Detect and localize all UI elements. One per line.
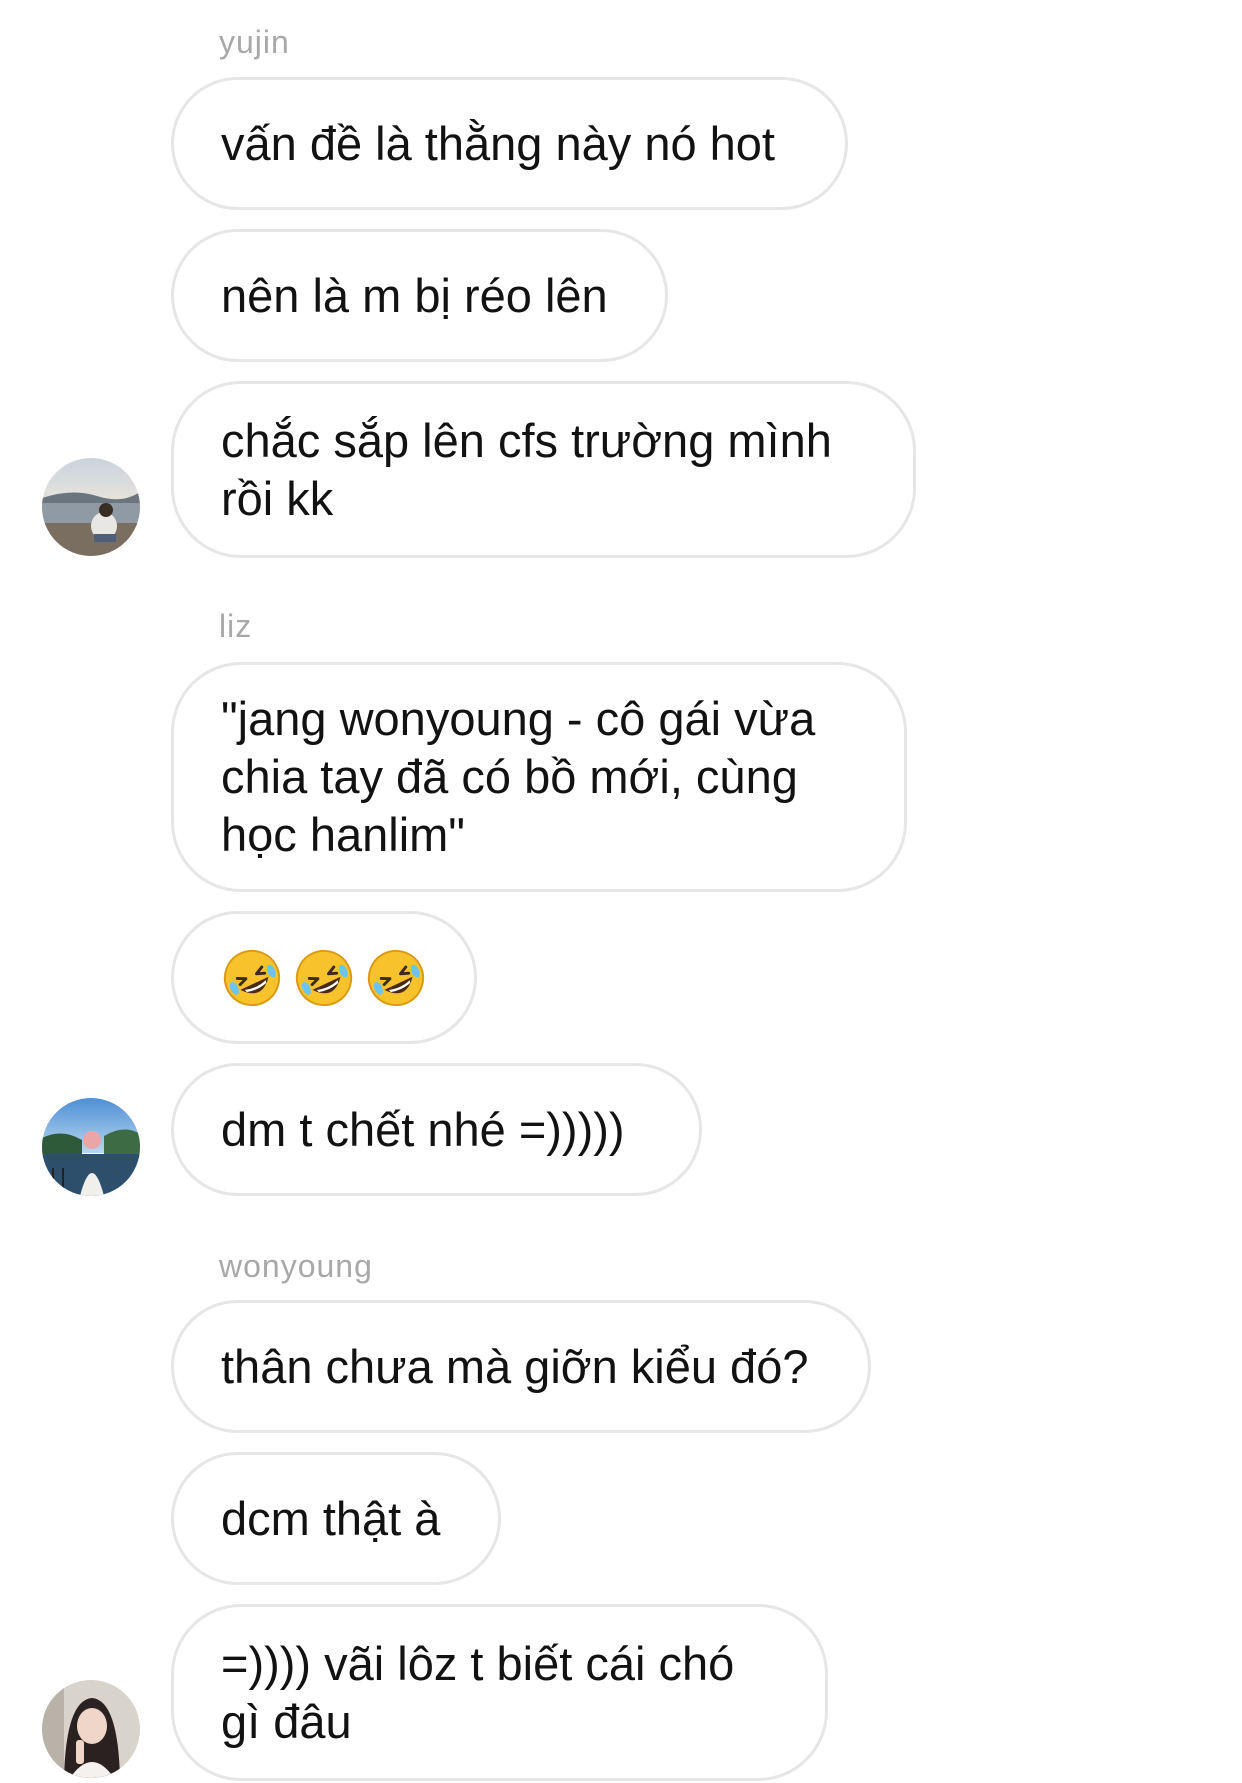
rolling-laughing-emoji-icon: [295, 949, 353, 1006]
message-bubble[interactable]: chắc sắp lên cfs trường mình rồi kk: [171, 381, 916, 558]
avatar-photo-portrait: [42, 1680, 140, 1778]
avatar-photo-lakeside: [42, 1098, 140, 1196]
sender-name-yujin: yujin: [219, 24, 290, 60]
message-bubble[interactable]: =)))) vãi lôz t biết cái chó gì đâu: [171, 1604, 828, 1781]
avatar-yujin[interactable]: [42, 458, 140, 556]
message-text: chắc sắp lên cfs trường mình rồi kk: [221, 413, 832, 525]
message-text: "jang wonyoung - cô gái vừa chia tay đã …: [221, 692, 816, 861]
message-bubble[interactable]: dm t chết nhé =))))): [171, 1063, 702, 1196]
message-bubble[interactable]: vấn đề là thằng này nó hot: [171, 77, 848, 210]
avatar-wonyoung[interactable]: [42, 1680, 140, 1778]
rolling-laughing-emoji-icon: [367, 949, 425, 1006]
message-bubble[interactable]: nên là m bị réo lên: [171, 229, 668, 362]
emoji-row: [221, 947, 427, 1009]
message-bubble[interactable]: "jang wonyoung - cô gái vừa chia tay đã …: [171, 662, 907, 892]
message-text: nên là m bị réo lên: [221, 268, 608, 322]
rolling-laughing-emoji-icon: [223, 949, 281, 1006]
message-bubble[interactable]: dcm thật à: [171, 1452, 501, 1585]
message-text: dm t chết nhé =))))): [221, 1102, 625, 1156]
message-text: dcm thật à: [221, 1491, 441, 1545]
avatar-liz[interactable]: [42, 1098, 140, 1196]
message-bubble[interactable]: thân chưa mà giỡn kiểu đó?: [171, 1300, 871, 1433]
message-text: vấn đề là thằng này nó hot: [221, 116, 775, 170]
emoji-message-bubble[interactable]: [171, 911, 477, 1044]
sender-name-liz: liz: [219, 608, 253, 644]
sender-name-wonyoung: wonyoung: [219, 1248, 373, 1284]
message-text: thân chưa mà giỡn kiểu đó?: [221, 1339, 809, 1393]
avatar-photo-beach: [42, 458, 140, 556]
message-text: =)))) vãi lôz t biết cái chó gì đâu: [221, 1636, 735, 1748]
